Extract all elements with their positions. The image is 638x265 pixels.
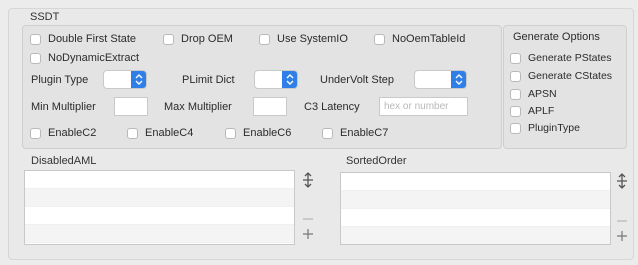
checkbox-box[interactable] bbox=[259, 33, 270, 45]
enablec7-checkbox[interactable]: EnableC7 bbox=[322, 127, 388, 139]
checkbox-box[interactable] bbox=[30, 127, 41, 139]
generate-cstates-checkbox[interactable]: Generate CStates bbox=[510, 70, 612, 82]
checkbox-label: PluginType bbox=[528, 122, 580, 134]
checkbox-label: EnableC7 bbox=[340, 127, 389, 139]
disabledaml-table[interactable] bbox=[24, 170, 295, 245]
plimit-dict-popup[interactable] bbox=[254, 70, 298, 89]
checkbox-label: EnableC6 bbox=[243, 127, 292, 139]
move-arrows-icon[interactable] bbox=[614, 173, 630, 191]
checkbox-label: Use SystemIO bbox=[277, 33, 348, 45]
checkbox-label: Generate CStates bbox=[528, 70, 613, 82]
checkbox-box[interactable] bbox=[225, 127, 236, 139]
min-multiplier-field[interactable] bbox=[114, 97, 148, 116]
table-row[interactable] bbox=[341, 191, 610, 209]
checkbox-label: Double First State bbox=[48, 33, 137, 45]
checkbox-label: APLF bbox=[528, 105, 555, 117]
disabledaml-title: DisabledAML bbox=[31, 155, 97, 167]
table-row[interactable] bbox=[25, 207, 294, 225]
checkbox-box[interactable] bbox=[510, 52, 521, 64]
checkbox-box[interactable] bbox=[510, 122, 521, 134]
table-row[interactable] bbox=[25, 189, 294, 207]
checkbox-box[interactable] bbox=[510, 70, 521, 82]
plimit-dict-label: PLimit Dict bbox=[182, 74, 235, 86]
checkbox-box[interactable] bbox=[30, 33, 41, 45]
enablec2-checkbox[interactable]: EnableC2 bbox=[30, 127, 96, 139]
checkbox-label: NoDynamicExtract bbox=[48, 52, 140, 64]
checkbox-label: NoOemTableId bbox=[392, 33, 466, 45]
chevron-updown-icon bbox=[131, 71, 146, 88]
checkbox-label: APSN bbox=[528, 88, 557, 100]
c3-latency-placeholder: hex or number bbox=[384, 101, 449, 112]
max-multiplier-label: Max Multiplier bbox=[164, 101, 232, 113]
sortedorder-title: SortedOrder bbox=[346, 155, 407, 167]
table-row[interactable] bbox=[341, 173, 610, 191]
checkbox-box[interactable] bbox=[30, 52, 41, 64]
checkbox-box[interactable] bbox=[374, 33, 385, 45]
sortedorder-table[interactable] bbox=[340, 172, 611, 245]
use-systemio-checkbox[interactable]: Use SystemIO bbox=[259, 33, 348, 45]
table-row[interactable] bbox=[25, 171, 294, 189]
double-first-state-checkbox[interactable]: Double First State bbox=[30, 33, 136, 45]
checkbox-box[interactable] bbox=[127, 127, 138, 139]
undervolt-step-label: UnderVolt Step bbox=[320, 74, 394, 86]
chevron-updown-icon bbox=[451, 71, 466, 88]
table-row[interactable] bbox=[341, 209, 610, 227]
aplf-checkbox[interactable]: APLF bbox=[510, 105, 554, 117]
enablec6-checkbox[interactable]: EnableC6 bbox=[225, 127, 291, 139]
nooemtableid-checkbox[interactable]: NoOemTableId bbox=[374, 33, 465, 45]
move-arrows-icon[interactable] bbox=[300, 172, 316, 190]
plugin-type-popup[interactable] bbox=[103, 70, 147, 89]
plus-icon[interactable] bbox=[614, 230, 630, 244]
generate-options-title: Generate Options bbox=[513, 31, 600, 43]
minus-icon[interactable] bbox=[300, 210, 316, 224]
table-row[interactable] bbox=[25, 225, 294, 243]
plus-icon[interactable] bbox=[300, 228, 316, 242]
apsn-checkbox[interactable]: APSN bbox=[510, 88, 557, 100]
c3-latency-field[interactable]: hex or number bbox=[379, 97, 468, 116]
ssdt-title: SSDT bbox=[30, 11, 60, 23]
checkbox-label: Drop OEM bbox=[181, 33, 233, 45]
plugintype-checkbox[interactable]: PluginType bbox=[510, 122, 580, 134]
checkbox-label: Generate PStates bbox=[528, 52, 612, 64]
checkbox-box[interactable] bbox=[322, 127, 333, 139]
checkbox-box[interactable] bbox=[510, 105, 521, 117]
drop-oem-checkbox[interactable]: Drop OEM bbox=[163, 33, 233, 45]
max-multiplier-field[interactable] bbox=[253, 97, 287, 116]
c3-latency-label: C3 Latency bbox=[304, 101, 360, 113]
enablec4-checkbox[interactable]: EnableC4 bbox=[127, 127, 193, 139]
checkbox-label: EnableC4 bbox=[145, 127, 194, 139]
checkbox-label: EnableC2 bbox=[48, 127, 97, 139]
chevron-updown-icon bbox=[282, 71, 297, 88]
table-row[interactable] bbox=[341, 227, 610, 244]
nodynamicextract-checkbox[interactable]: NoDynamicExtract bbox=[30, 52, 139, 64]
undervolt-step-popup[interactable] bbox=[414, 70, 467, 89]
min-multiplier-label: Min Multiplier bbox=[31, 101, 96, 113]
generate-pstates-checkbox[interactable]: Generate PStates bbox=[510, 52, 611, 64]
checkbox-box[interactable] bbox=[510, 88, 521, 100]
checkbox-box[interactable] bbox=[163, 33, 174, 45]
plugin-type-label: Plugin Type bbox=[31, 74, 89, 86]
minus-icon[interactable] bbox=[614, 212, 630, 226]
